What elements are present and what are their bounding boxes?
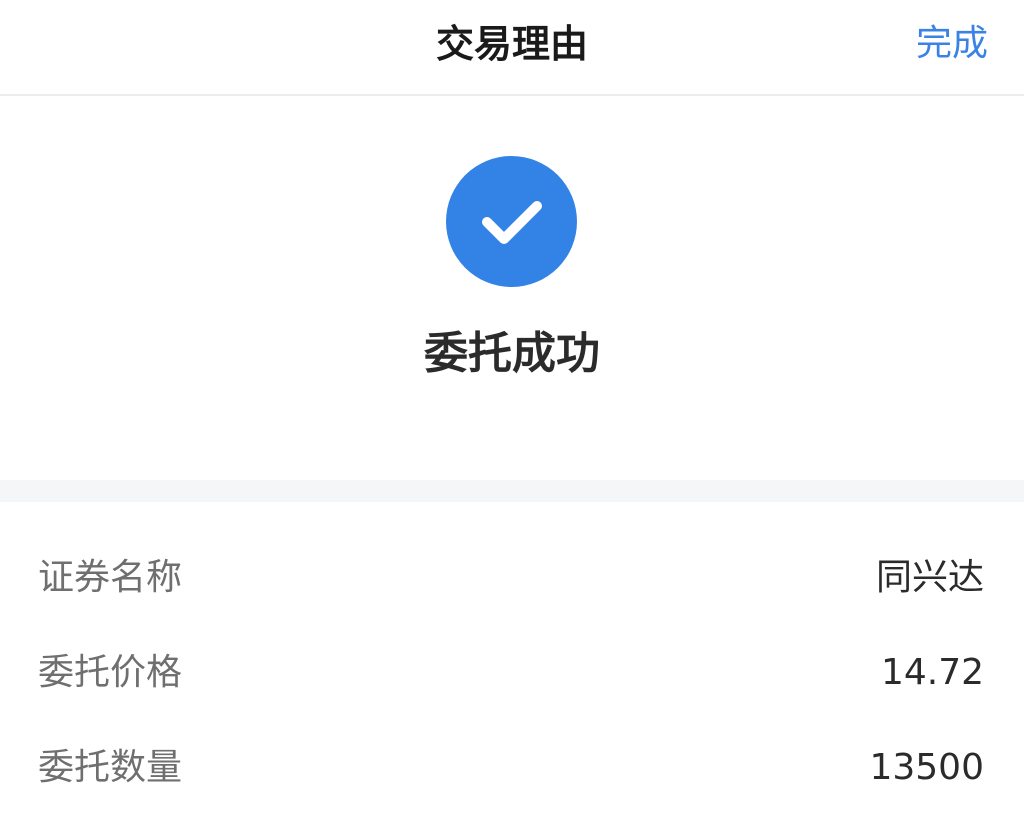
done-button[interactable]: 完成 bbox=[916, 20, 988, 68]
page-title: 交易理由 bbox=[435, 22, 588, 66]
detail-row-security-name: 证券名称 同兴达 bbox=[0, 548, 1024, 608]
detail-row-order-quantity: 委托数量 13500 bbox=[0, 738, 1024, 798]
detail-label: 证券名称 bbox=[38, 557, 183, 598]
detail-value: 同兴达 bbox=[875, 557, 984, 598]
detail-label: 委托数量 bbox=[38, 747, 183, 788]
checkmark-icon bbox=[482, 201, 542, 244]
section-divider bbox=[0, 480, 1024, 502]
detail-value: 14.72 bbox=[880, 652, 984, 693]
success-checkmark-icon bbox=[446, 156, 577, 287]
order-result-page: 交易理由 完成 委托成功 证券名称 同兴达 委托价格 14.72 委托数量 13… bbox=[0, 0, 1024, 829]
detail-label: 委托价格 bbox=[38, 652, 183, 693]
detail-row-order-price: 委托价格 14.72 bbox=[0, 643, 1024, 703]
success-message: 委托成功 bbox=[424, 328, 600, 379]
navigation-bar: 交易理由 完成 bbox=[0, 0, 1024, 96]
detail-value: 13500 bbox=[869, 747, 984, 788]
